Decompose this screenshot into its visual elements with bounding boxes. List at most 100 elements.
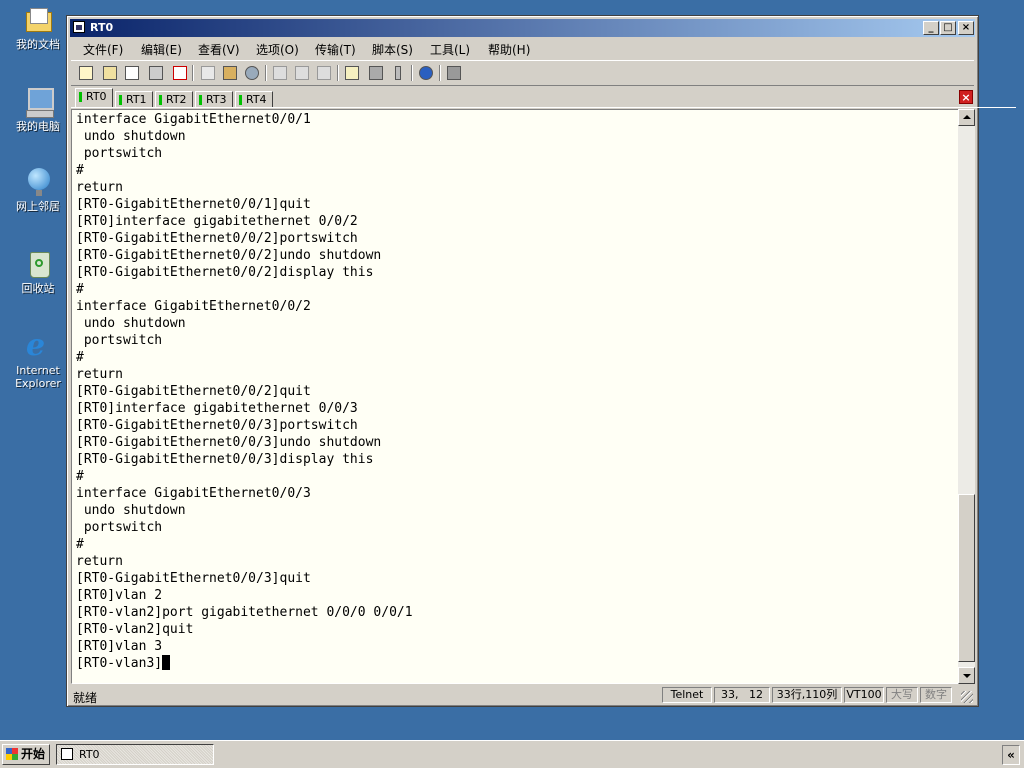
new-session-icon[interactable] bbox=[77, 64, 95, 82]
terminal-line: undo shutdown bbox=[76, 316, 186, 331]
session-options-icon[interactable] bbox=[343, 64, 361, 82]
terminal-line: [RT0-GigabitEthernet0/0/2]undo shutdown bbox=[76, 248, 382, 263]
terminal-line: # bbox=[76, 163, 84, 178]
desktop-icon-my-documents[interactable]: 我的文档 bbox=[6, 4, 70, 51]
find-icon[interactable] bbox=[243, 64, 261, 82]
taskbar: 开始 RT0 « bbox=[0, 740, 1024, 768]
text-cursor bbox=[162, 655, 171, 670]
network-icon bbox=[22, 166, 54, 198]
terminal-line: [RT0-GigabitEthernet0/0/3]quit bbox=[76, 571, 311, 586]
desktop-icon-label: 我的文档 bbox=[16, 38, 60, 51]
desktop-icon-network[interactable]: 网上邻居 bbox=[6, 166, 70, 213]
menu-edit[interactable]: 编辑(E) bbox=[141, 41, 182, 58]
menu-file[interactable]: 文件(F) bbox=[83, 41, 123, 58]
desktop-icon-label: Explorer bbox=[15, 377, 61, 390]
tab-rt0[interactable]: RT0 bbox=[75, 88, 113, 108]
desktop-icon-my-computer[interactable]: 我的电脑 bbox=[6, 86, 70, 133]
keymap-icon[interactable] bbox=[389, 64, 407, 82]
menu-tools[interactable]: 工具(L) bbox=[430, 41, 470, 58]
quick-connect-icon[interactable] bbox=[123, 64, 141, 82]
title-bar[interactable]: RT0 _ □ × bbox=[70, 19, 975, 37]
menu-bar: 文件(F) 编辑(E) 查看(V) 选项(O) 传输(T) 脚本(S) 工具(L… bbox=[71, 38, 974, 58]
tray-expand-icon[interactable]: « bbox=[1002, 745, 1020, 765]
status-caps-lock: 大写 bbox=[886, 687, 918, 703]
close-tab-icon[interactable]: × bbox=[959, 90, 973, 104]
status-cursor-position: 33, 12 bbox=[714, 687, 770, 703]
windows-logo-icon bbox=[6, 748, 18, 760]
minimize-button[interactable]: _ bbox=[923, 21, 939, 35]
terminal-line: interface GigabitEthernet0/0/3 bbox=[76, 486, 311, 501]
desktop-icon-recycle-bin[interactable]: 回收站 bbox=[6, 248, 70, 295]
tab-label: RT3 bbox=[206, 93, 227, 106]
terminal-line: [RT0-GigabitEthernet0/0/2]display this bbox=[76, 265, 374, 280]
status-bar: 就绪 Telnet 33, 12 33行,110列 VT100 大写 数字 bbox=[71, 686, 974, 705]
terminal-line: portswitch bbox=[76, 146, 163, 161]
menu-view[interactable]: 查看(V) bbox=[198, 41, 240, 58]
resize-grip[interactable] bbox=[961, 691, 973, 703]
help-icon[interactable] bbox=[417, 64, 435, 82]
tab-rt1[interactable]: RT1 bbox=[115, 91, 153, 108]
close-button[interactable]: × bbox=[958, 21, 974, 35]
disconnect-icon[interactable] bbox=[171, 64, 189, 82]
terminal-line: [RT0-GigabitEthernet0/0/3]portswitch bbox=[76, 418, 358, 433]
terminal-line: [RT0-GigabitEthernet0/0/1]quit bbox=[76, 197, 311, 212]
connected-indicator bbox=[119, 95, 122, 105]
terminal-line: # bbox=[76, 537, 84, 552]
app-icon bbox=[73, 21, 85, 33]
global-options-icon[interactable] bbox=[367, 64, 385, 82]
tab-label: RT0 bbox=[86, 90, 107, 103]
connected-indicator bbox=[79, 92, 82, 102]
tab-rt3[interactable]: RT3 bbox=[195, 91, 233, 108]
terminal-line: [RT0]interface gigabitethernet 0/0/2 bbox=[76, 214, 358, 229]
copy-icon[interactable] bbox=[199, 64, 217, 82]
terminal-line: return bbox=[76, 180, 123, 195]
desktop-icon-label: 回收站 bbox=[21, 282, 55, 295]
desktop-icon-label: 我的电脑 bbox=[16, 120, 60, 133]
print-icon[interactable] bbox=[271, 64, 289, 82]
terminal-line: [RT0-vlan2]quit bbox=[76, 622, 194, 637]
menu-help[interactable]: 帮助(H) bbox=[488, 41, 530, 58]
tab-label: RT1 bbox=[126, 93, 147, 106]
start-button[interactable]: 开始 bbox=[2, 744, 50, 765]
terminal-line: interface GigabitEthernet0/0/1 bbox=[76, 112, 311, 127]
terminal-line: # bbox=[76, 469, 84, 484]
terminal-line: [RT0-GigabitEthernet0/0/2]portswitch bbox=[76, 231, 358, 246]
tab-label: RT2 bbox=[166, 93, 187, 106]
connected-indicator bbox=[199, 95, 202, 105]
terminal-line: undo shutdown bbox=[76, 503, 186, 518]
app-icon bbox=[61, 748, 73, 760]
scroll-down-button[interactable] bbox=[958, 667, 975, 684]
desktop-icon-internet-explorer[interactable]: e Internet Explorer bbox=[6, 330, 70, 391]
status-terminal-size: 33行,110列 bbox=[772, 687, 842, 703]
reconnect-icon[interactable] bbox=[147, 64, 165, 82]
tab-rt2[interactable]: RT2 bbox=[155, 91, 193, 108]
taskbar-item-rt0[interactable]: RT0 bbox=[56, 744, 214, 765]
terminal-line: interface GigabitEthernet0/0/2 bbox=[76, 299, 311, 314]
print-setup-icon[interactable] bbox=[293, 64, 311, 82]
terminal-line: [RT0]vlan 2 bbox=[76, 588, 163, 603]
status-emulation: VT100 bbox=[844, 687, 884, 703]
menu-options[interactable]: 选项(O) bbox=[256, 41, 299, 58]
monitor-icon[interactable] bbox=[445, 64, 463, 82]
vertical-scrollbar[interactable] bbox=[958, 109, 975, 684]
start-label: 开始 bbox=[21, 747, 46, 761]
menu-script[interactable]: 脚本(S) bbox=[372, 41, 413, 58]
status-protocol: Telnet bbox=[662, 687, 712, 703]
terminal-line: [RT0]vlan 3 bbox=[76, 639, 163, 654]
open-session-icon[interactable] bbox=[101, 64, 119, 82]
menu-transfer[interactable]: 传输(T) bbox=[315, 41, 356, 58]
connected-indicator bbox=[159, 95, 162, 105]
desktop-icon-label: Internet bbox=[16, 364, 60, 377]
terminal-line: undo shutdown bbox=[76, 129, 186, 144]
terminal-line: return bbox=[76, 554, 123, 569]
print-screen-icon[interactable] bbox=[315, 64, 333, 82]
tab-rt4[interactable]: RT4 bbox=[235, 91, 273, 108]
maximize-button[interactable]: □ bbox=[940, 21, 956, 35]
terminal-line: return bbox=[76, 367, 123, 382]
scroll-up-button[interactable] bbox=[958, 109, 975, 126]
scrollbar-thumb[interactable] bbox=[958, 494, 975, 662]
terminal-output[interactable]: interface GigabitEthernet0/0/1 undo shut… bbox=[71, 109, 961, 684]
paste-icon[interactable] bbox=[221, 64, 239, 82]
computer-icon bbox=[22, 86, 54, 118]
recycle-bin-icon bbox=[22, 248, 54, 280]
